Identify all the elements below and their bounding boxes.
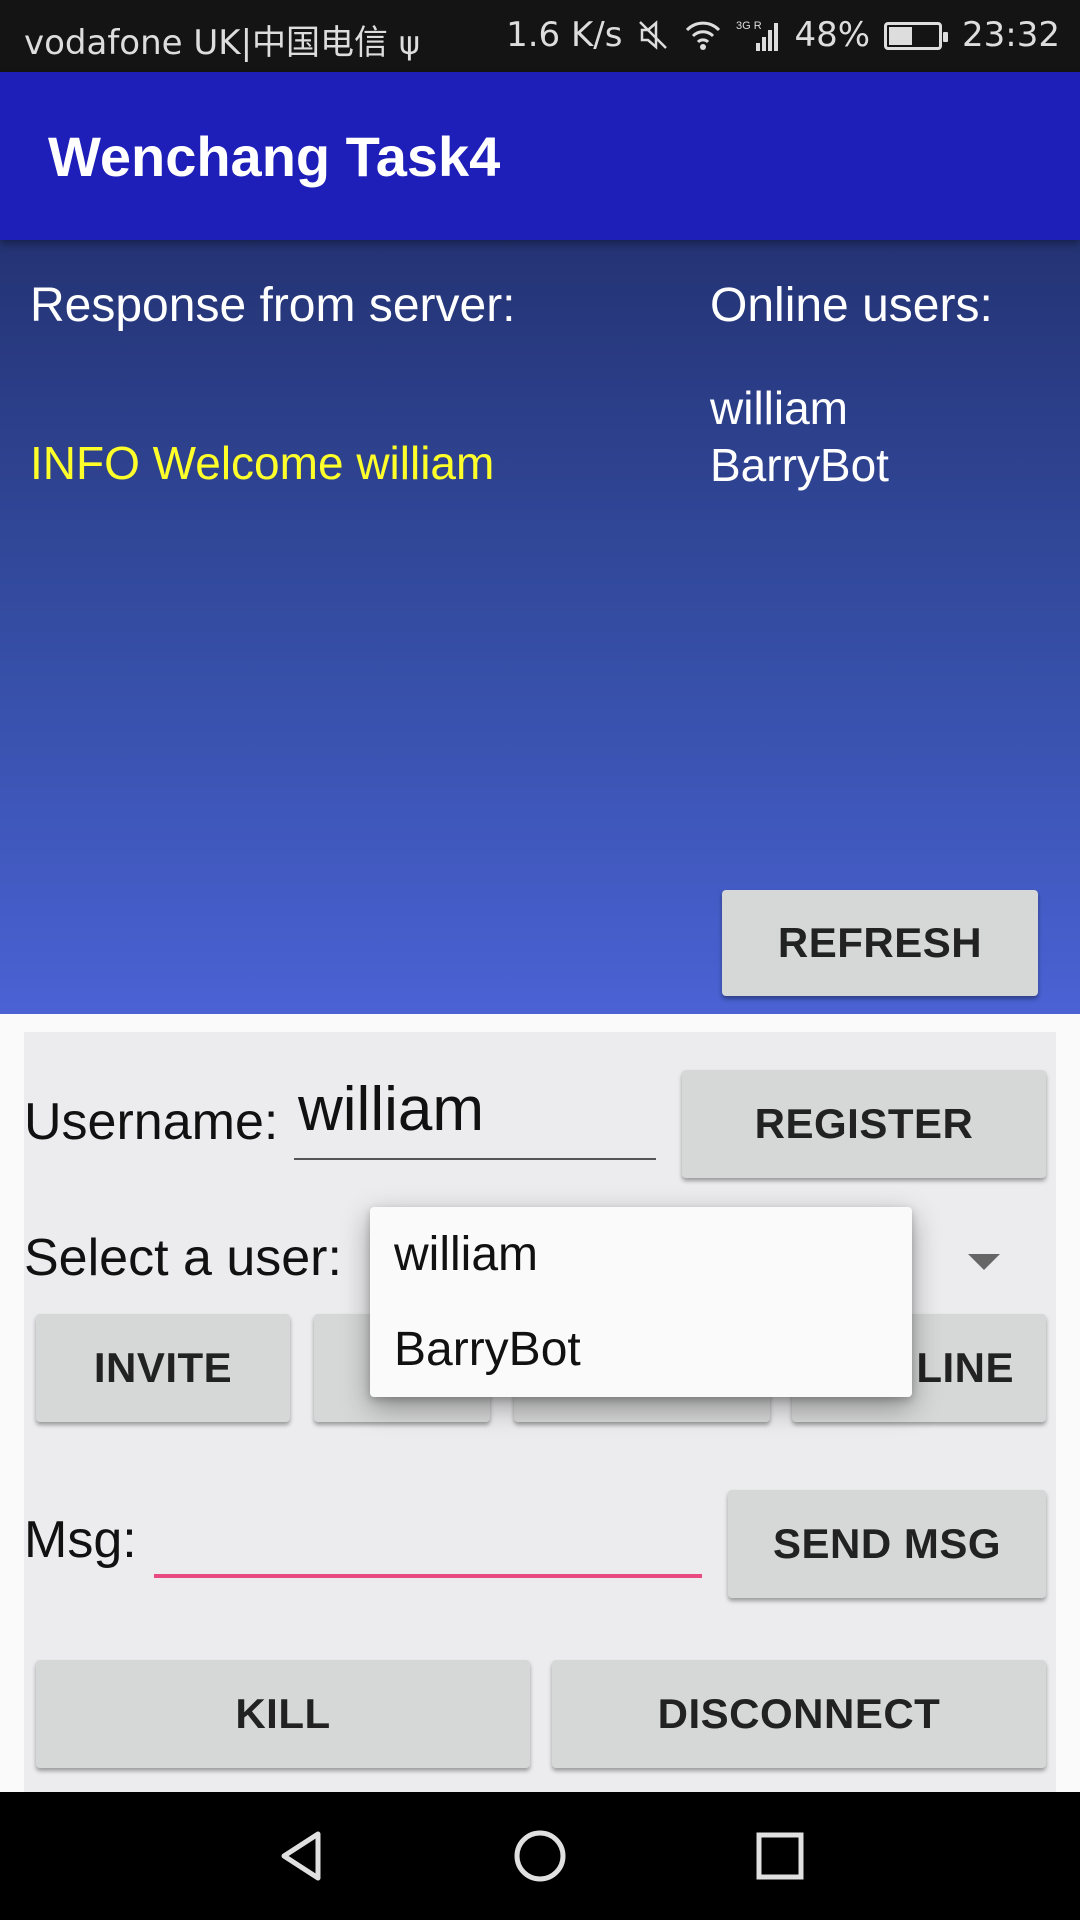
app-title: Wenchang Task4 [48, 125, 501, 188]
disconnect-button[interactable]: DISCONNECT [552, 1660, 1046, 1768]
mute-icon [639, 20, 668, 50]
app-bar: Wenchang Task4 [0, 72, 1080, 240]
register-button[interactable]: REGISTER [682, 1070, 1046, 1178]
wifi-icon [686, 21, 721, 50]
clock: 23:32 [962, 15, 1060, 55]
username-input[interactable]: william [294, 1072, 656, 1160]
navigation-bar [0, 1792, 1080, 1920]
user-dropdown-menu: william BarryBot [370, 1207, 912, 1397]
response-label: Response from server: [30, 279, 516, 332]
carrier-name: vodafone UK|中国电信 [24, 23, 389, 63]
recent-square-icon[interactable] [746, 1822, 814, 1890]
server-panel: Response from server: INFO Welcome willi… [0, 240, 1080, 1014]
network-speed: 1.6 K/s [506, 15, 623, 55]
cellular-signal-icon: 3G R [736, 20, 779, 51]
chevron-down-icon[interactable] [968, 1254, 1000, 1270]
back-triangle-icon[interactable] [268, 1822, 336, 1890]
response-message: INFO Welcome william [30, 437, 495, 489]
msg-label: Msg: [24, 1511, 137, 1569]
battery-fill [889, 27, 913, 45]
select-user-label: Select a user: [24, 1229, 342, 1287]
dropdown-option[interactable]: william [370, 1207, 912, 1302]
invite-button[interactable]: INVITE [36, 1314, 290, 1422]
refresh-button[interactable]: REFRESH [722, 890, 1038, 996]
battery-icon [884, 22, 949, 50]
online-users-label: Online users: [710, 279, 993, 332]
online-user: william [710, 382, 848, 434]
send-msg-button[interactable]: SEND MSG [728, 1490, 1046, 1598]
status-left: vodafone UK|中国电信 ψ [24, 15, 420, 64]
kill-button[interactable]: KILL [36, 1660, 530, 1768]
dropdown-option[interactable]: BarryBot [370, 1302, 912, 1397]
msg-input[interactable] [154, 1488, 702, 1578]
online-users-list: william BarryBot [710, 380, 889, 494]
home-circle-icon[interactable] [506, 1822, 574, 1890]
status-right: 1.6 K/s 3G R 48% 23:32 [506, 15, 1060, 55]
usb-icon: ψ [398, 24, 420, 62]
battery-percent: 48% [794, 15, 871, 55]
username-label: Username: [24, 1093, 279, 1151]
online-user: BarryBot [710, 439, 889, 491]
control-card: Username: william REGISTER Select a user… [24, 1032, 1056, 1792]
status-bar: vodafone UK|中国电信 ψ 1.6 K/s 3G R 48% 23:3… [0, 0, 1080, 72]
control-panel: Username: william REGISTER Select a user… [0, 1014, 1080, 1792]
svg-text:3G R: 3G R [736, 20, 762, 32]
